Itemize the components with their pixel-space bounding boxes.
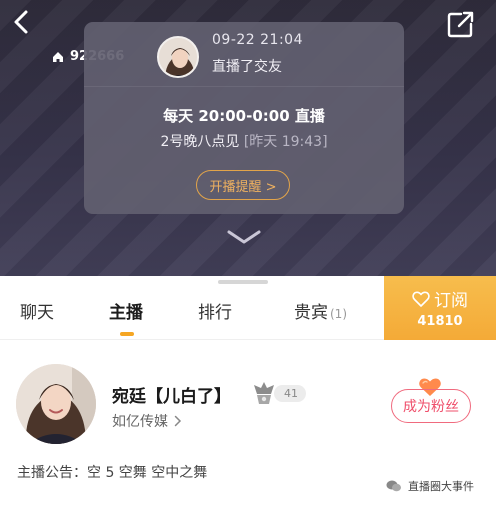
wechat-icon [386, 480, 401, 492]
tab-streamer[interactable]: 主播 [109, 298, 143, 323]
watermark-text: 直播圈大事件 [408, 480, 474, 493]
heart-outline-icon [412, 291, 430, 307]
avatar-photo [159, 38, 197, 76]
broadcast-schedule: 每天 20:00-0:00 直播 [163, 107, 325, 125]
subscriber-count: 41810 [417, 314, 463, 329]
streamer-avatar[interactable] [16, 364, 96, 444]
live-notice-card: 09-22 21:04 直播了交友 每天 20:00-0:00 直播 2号晚八点… [84, 22, 404, 214]
notice-subtext-time: [昨天 19:43] [243, 134, 328, 150]
home-icon [53, 51, 63, 62]
agency-link[interactable]: 如亿传媒 [112, 411, 182, 431]
tab-vip-label: 贵宾 [294, 303, 328, 323]
tab-vip-count: (1) [330, 307, 347, 321]
live-reminder-button[interactable]: 开播提醒 > [196, 170, 290, 200]
notice-avatar [157, 36, 199, 78]
notice-card-header: 09-22 21:04 直播了交友 [84, 22, 404, 87]
notice-subtext-message: 2号晚八点见 [160, 134, 240, 150]
watermark: 直播圈大事件 [382, 476, 478, 496]
notice-time: 09-22 21:04 [212, 32, 303, 48]
streamer-name: 宛廷【儿白了】 [112, 387, 231, 407]
tab-ranking[interactable]: 排行 [198, 298, 232, 323]
tab-vip[interactable]: 贵宾 (1) [294, 298, 347, 323]
notice-status: 直播了交友 [212, 59, 282, 75]
live-preview-area: 922666 09-22 21:04 直播了交友 每天 20:00-0:00 直… [0, 0, 496, 276]
share-icon[interactable] [447, 10, 475, 38]
subscribe-button[interactable]: 订阅 41810 [384, 276, 496, 340]
streamer-announcement: 主播公告：空 5 空舞 空中之舞 [17, 465, 208, 481]
chevron-down-icon[interactable] [226, 228, 262, 246]
become-fan-button[interactable]: 成为粉丝 [391, 389, 471, 423]
avatar-photo [16, 364, 96, 444]
level-value: 41 [274, 384, 306, 402]
active-tab-indicator [120, 332, 134, 336]
back-arrow-icon[interactable] [8, 8, 36, 36]
notice-subtext: 2号晚八点见 [昨天 19:43] [84, 131, 404, 151]
subscribe-row: 订阅 [384, 286, 496, 311]
agency-name: 如亿传媒 [112, 414, 168, 430]
tab-chat[interactable]: 聊天 [20, 298, 54, 323]
subscribe-label: 订阅 [434, 291, 468, 311]
drag-handle[interactable] [218, 280, 268, 284]
level-badge: 41 [250, 380, 306, 406]
chevron-right-icon [174, 415, 182, 427]
